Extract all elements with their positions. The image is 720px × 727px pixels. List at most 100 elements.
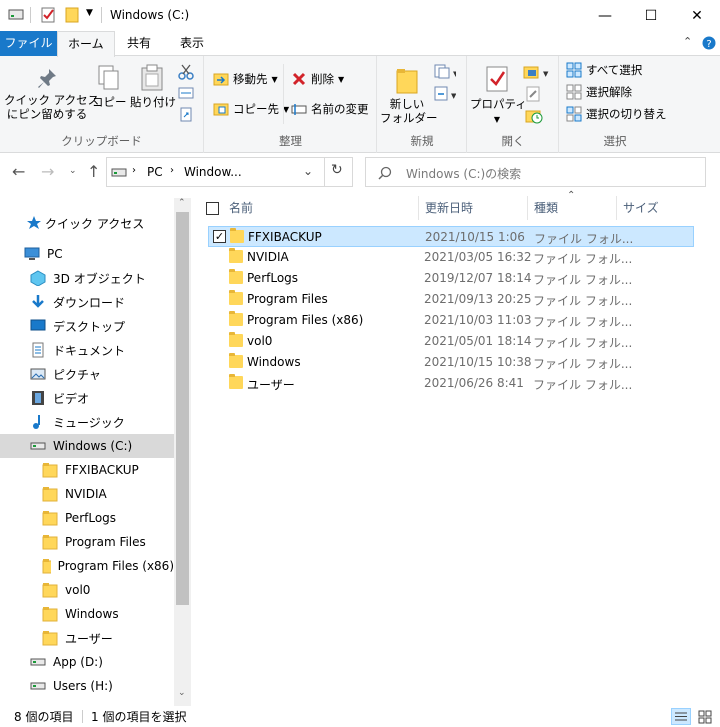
svg-text:?: ?	[706, 39, 711, 50]
copy-path-icon[interactable]	[178, 86, 194, 100]
minimize-button[interactable]: —	[582, 0, 628, 31]
row-checkbox[interactable]: ✓	[213, 230, 226, 243]
sidebar-item[interactable]: NVIDIA	[0, 482, 174, 506]
sidebar-item-label: ダウンロード	[53, 295, 126, 310]
sidebar-item-label: PC	[47, 247, 63, 261]
recent-locations-icon[interactable]: ⌄	[69, 166, 77, 176]
select-all-icon	[566, 62, 582, 78]
maximize-button[interactable]: ☐	[628, 0, 674, 31]
sidebar-item[interactable]: ミュージック	[0, 410, 174, 434]
collapse-ribbon-icon[interactable]: ⌃	[683, 35, 692, 48]
tab-home[interactable]: ホーム	[57, 31, 115, 57]
folder-icon	[229, 311, 243, 326]
sidebar-item[interactable]: ユーザー	[0, 626, 174, 650]
invert-selection-button[interactable]: 選択の切り替え	[566, 106, 667, 122]
drive-icon[interactable]	[8, 8, 24, 22]
delete-button[interactable]: 削除 ▼	[291, 71, 344, 87]
copy-to-button[interactable]: コピー先 ▼	[213, 101, 289, 117]
scrollbar-thumb[interactable]	[176, 212, 189, 605]
rename-button[interactable]: 名前の変更	[291, 101, 369, 117]
scroll-up-icon[interactable]: ⌃	[178, 198, 186, 208]
tab-share[interactable]: 共有	[117, 31, 161, 56]
sidebar-item[interactable]: デスクトップ	[0, 314, 174, 338]
forward-icon[interactable]: →	[41, 162, 54, 181]
file-row[interactable]: Program Files (x86) 2021/10/03 11:03 ファイル …	[208, 310, 694, 331]
sidebar-item[interactable]: PC	[0, 242, 174, 266]
file-row[interactable]: ユーザー 2021/06/26 8:41 ファイル フォル...	[208, 373, 694, 394]
file-row[interactable]: ✓ FFXIBACKUP 2021/10/15 1:06 ファイル フォル...	[208, 226, 694, 247]
back-icon[interactable]: ←	[12, 162, 25, 181]
file-type: ファイル フォル...	[534, 232, 634, 246]
file-row[interactable]: PerfLogs 2019/12/07 18:14 ファイル フォル...	[208, 268, 694, 289]
tab-view[interactable]: 表示	[170, 31, 214, 56]
sidebar-item[interactable]: ピクチャ	[0, 362, 174, 386]
cut-icon[interactable]	[178, 64, 194, 80]
pin-quick-access-button[interactable]: クイック アクセス にピン留めする	[4, 66, 99, 121]
refresh-icon[interactable]: ↻	[331, 162, 343, 178]
folder-icon	[229, 290, 243, 305]
search-box[interactable]: Windows (C:)の検索	[365, 157, 706, 187]
file-date: 2019/12/07 18:14	[424, 271, 532, 285]
file-row[interactable]: Windows 2021/10/15 10:38 ファイル フォル...	[208, 352, 694, 373]
move-to-icon	[213, 73, 229, 86]
select-none-icon	[566, 84, 582, 100]
file-row[interactable]: vol0 2021/05/01 18:14 ファイル フォル...	[208, 331, 694, 352]
scroll-down-icon[interactable]: ⌄	[178, 688, 186, 698]
paste-shortcut-icon[interactable]	[178, 106, 194, 122]
help-icon[interactable]: ?	[702, 36, 716, 50]
address-bar[interactable]: › PC › Window... ⌄ ↻	[106, 157, 353, 187]
sidebar-item[interactable]: Windows (C:)	[0, 434, 174, 458]
sidebar-item[interactable]: 3D オブジェクト	[0, 266, 174, 290]
details-view-icon[interactable]	[671, 708, 691, 725]
pin-icon	[38, 69, 56, 88]
paste-button[interactable]: 貼り付け	[130, 64, 176, 109]
edit-icon[interactable]	[525, 86, 541, 102]
file-name: NVIDIA	[247, 250, 289, 264]
move-to-button[interactable]: 移動先 ▼	[213, 71, 278, 87]
sidebar-item[interactable]: Program Files (x86)	[0, 554, 174, 578]
header-name[interactable]: 名前	[223, 196, 419, 220]
chevron-down-icon[interactable]: ⌄	[303, 164, 313, 178]
header-date[interactable]: 更新日時	[419, 196, 528, 220]
history-icon[interactable]	[525, 108, 543, 124]
file-row[interactable]: Program Files 2021/09/13 20:25 ファイル フォル...	[208, 289, 694, 310]
large-icons-view-icon[interactable]	[695, 708, 715, 725]
qat-dropdown-icon[interactable]: ▼	[86, 8, 93, 18]
breadcrumb-pc[interactable]: PC	[147, 165, 163, 179]
new-folder-icon[interactable]	[64, 7, 80, 23]
sidebar-item[interactable]: vol0	[0, 578, 174, 602]
up-icon[interactable]: ↑	[87, 162, 100, 181]
select-all-checkbox[interactable]	[206, 202, 219, 215]
search-icon	[378, 166, 392, 180]
document-icon	[32, 342, 44, 358]
search-input[interactable]: Windows (C:)の検索	[406, 165, 521, 182]
sidebar-item[interactable]: PerfLogs	[0, 506, 174, 530]
sidebar-item[interactable]: Program Files	[0, 530, 174, 554]
sidebar-item[interactable]: App (D:)	[0, 650, 174, 674]
new-item-icon[interactable]: ▼	[434, 64, 456, 80]
sidebar-item-label: ミュージック	[53, 415, 125, 430]
properties-button[interactable]: プロパティ ▼	[470, 64, 527, 127]
properties-icon[interactable]	[40, 6, 56, 24]
sidebar-item[interactable]: Windows	[0, 602, 174, 626]
copy-button[interactable]: コピー	[92, 64, 127, 109]
close-button[interactable]: ✕	[674, 0, 720, 31]
sidebar-item[interactable]: ビデオ	[0, 386, 174, 410]
sidebar-item[interactable]: ダウンロード	[0, 290, 174, 314]
file-row[interactable]: NVIDIA 2021/03/05 16:32 ファイル フォル...	[208, 247, 694, 268]
sidebar-item-quick-access[interactable]: クイック アクセス	[0, 211, 174, 235]
select-none-button[interactable]: 選択解除	[566, 84, 632, 100]
tab-file[interactable]: ファイル	[0, 31, 57, 56]
open-icon[interactable]: ▼	[523, 64, 549, 80]
folder-icon	[42, 535, 58, 550]
select-all-button[interactable]: すべて選択	[566, 62, 642, 78]
sidebar-item[interactable]: FFXIBACKUP	[0, 458, 174, 482]
breadcrumb-drive[interactable]: Window...	[184, 165, 242, 179]
easy-access-icon[interactable]: ▼	[434, 86, 456, 102]
new-folder-button[interactable]: 新しい フォルダー	[380, 66, 438, 125]
file-name: PerfLogs	[247, 271, 299, 285]
sidebar-item[interactable]: ドキュメント	[0, 338, 174, 362]
file-name: Program Files (x86)	[247, 313, 364, 327]
header-size[interactable]: サイズ	[617, 196, 697, 220]
sidebar-item[interactable]: Users (H:)	[0, 674, 174, 698]
